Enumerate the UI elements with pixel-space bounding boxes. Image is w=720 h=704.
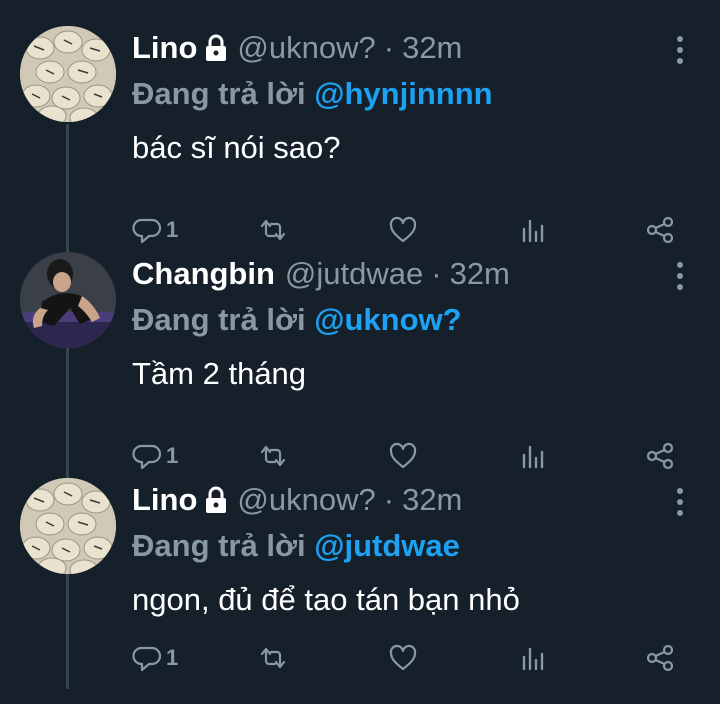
timestamp[interactable]: 32m [402, 480, 462, 520]
share-button[interactable] [645, 212, 675, 248]
lock-icon [203, 485, 229, 515]
retweet-button[interactable] [258, 212, 288, 248]
share-icon [645, 643, 675, 673]
tweet[interactable]: Lino @uknow? · 32m Đang trả lời @jutdwae… [0, 478, 720, 704]
user-handle[interactable]: @uknow? [237, 480, 375, 520]
separator-dot: · [383, 482, 395, 517]
person-avatar-image [20, 252, 116, 348]
tweet-header: Lino @uknow? · 32m [132, 480, 462, 520]
tweet-text: ngon, đủ để tao tán bạn nhỏ [132, 582, 520, 617]
like-button[interactable] [388, 212, 418, 248]
tweet-header: Changbin @jutdwae · 32m [132, 254, 510, 294]
display-name[interactable]: Lino [132, 28, 197, 68]
replying-to: Đang trả lời @jutdwae [132, 526, 460, 566]
tweet-header: Lino @uknow? · 32m [132, 28, 462, 68]
share-button[interactable] [645, 640, 675, 676]
tweet-text: bác sĩ nói sao? [132, 130, 341, 165]
replying-to: Đang trả lời @uknow? [132, 300, 462, 340]
analytics-icon [518, 643, 548, 673]
mention-link[interactable]: @jutdwae [314, 528, 460, 563]
avatar[interactable] [20, 252, 116, 348]
replying-to-label: Đang trả lời [132, 302, 306, 337]
reply-button[interactable]: 1 [132, 438, 178, 474]
reply-count: 1 [166, 443, 179, 468]
analytics-button[interactable] [518, 438, 548, 474]
share-button[interactable] [645, 438, 675, 474]
heart-icon [388, 215, 418, 245]
mention-link[interactable]: @hynjinnnn [314, 76, 492, 111]
tweet[interactable]: Lino @uknow? · 32m Đang trả lời @hynjinn… [0, 26, 720, 252]
retweet-button[interactable] [258, 640, 288, 676]
share-icon [645, 215, 675, 245]
comment-icon [132, 643, 162, 673]
more-vertical-icon[interactable] [668, 482, 692, 522]
like-button[interactable] [388, 438, 418, 474]
analytics-button[interactable] [518, 640, 548, 676]
analytics-button[interactable] [518, 212, 548, 248]
replying-to: Đang trả lời @hynjinnnn [132, 74, 493, 114]
retweet-button[interactable] [258, 438, 288, 474]
separator-dot: · [383, 30, 395, 65]
more-vertical-icon[interactable] [668, 30, 692, 70]
retweet-icon [258, 215, 288, 245]
display-name[interactable]: Lino [132, 480, 197, 520]
avatar[interactable] [20, 478, 116, 574]
avatar[interactable] [20, 26, 116, 122]
action-bar: 1 [0, 438, 720, 474]
reply-count: 1 [166, 217, 179, 242]
replying-to-label: Đang trả lời [132, 76, 306, 111]
analytics-icon [518, 441, 548, 471]
comment-icon [132, 441, 162, 471]
separator-dot: · [431, 256, 442, 291]
retweet-icon [258, 643, 288, 673]
user-handle[interactable]: @uknow? [237, 28, 375, 68]
like-button[interactable] [388, 640, 418, 676]
heart-icon [388, 441, 418, 471]
analytics-icon [518, 215, 548, 245]
reply-count: 1 [166, 645, 179, 670]
lock-icon [203, 33, 229, 63]
hearts-avatar-image [20, 478, 116, 574]
retweet-icon [258, 441, 288, 471]
user-handle[interactable]: @jutdwae [285, 254, 423, 294]
action-bar: 1 [0, 640, 720, 676]
comment-icon [132, 215, 162, 245]
mention-link[interactable]: @uknow? [314, 302, 461, 337]
timestamp[interactable]: 32m [450, 254, 510, 294]
more-vertical-icon[interactable] [668, 256, 692, 296]
display-name[interactable]: Changbin [132, 254, 275, 294]
timestamp[interactable]: 32m [402, 28, 462, 68]
hearts-avatar-image [20, 26, 116, 122]
tweet[interactable]: Changbin @jutdwae · 32m Đang trả lời @uk… [0, 252, 720, 478]
share-icon [645, 441, 675, 471]
reply-button[interactable]: 1 [132, 640, 178, 676]
reply-button[interactable]: 1 [132, 212, 178, 248]
tweet-text: Tầm 2 tháng [132, 356, 307, 391]
replying-to-label: Đang trả lời [132, 528, 306, 563]
action-bar: 1 [0, 212, 720, 248]
heart-icon [388, 643, 418, 673]
